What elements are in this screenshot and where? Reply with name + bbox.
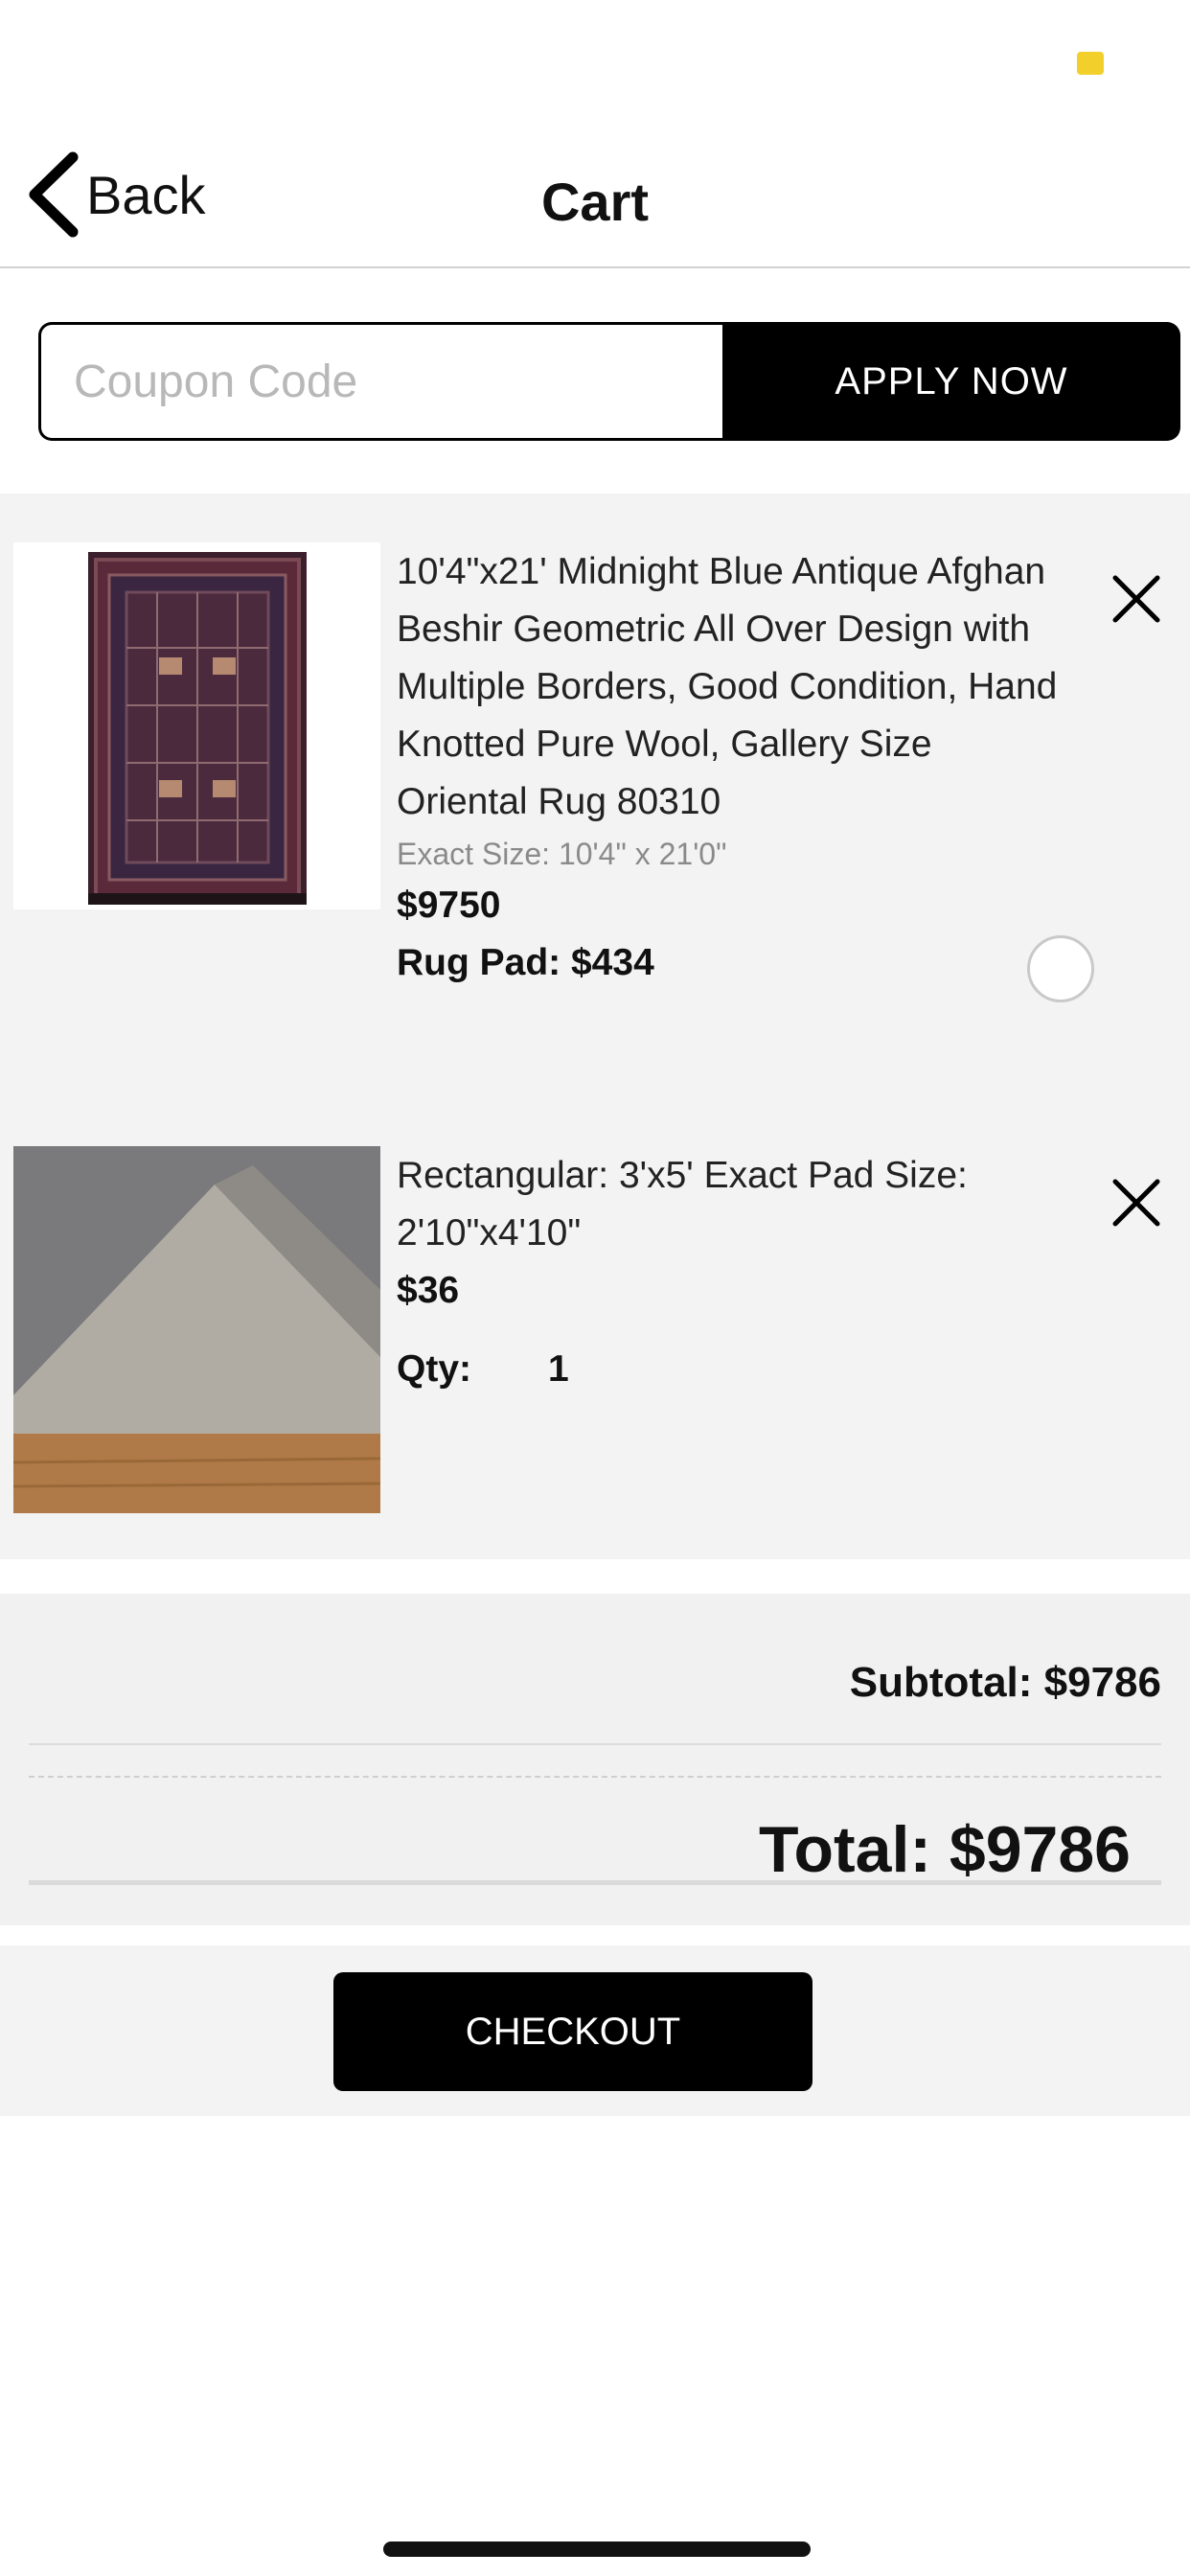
item-name[interactable]: Rectangular: 3'x5' Exact Pad Size: 2'10"… bbox=[397, 1147, 1067, 1262]
item-exact-size: Exact Size: 10'4" x 21'0" bbox=[397, 837, 727, 871]
rug-pad-radio[interactable] bbox=[1027, 935, 1094, 1002]
cart-item: Rectangular: 3'x5' Exact Pad Size: 2'10"… bbox=[0, 1097, 1190, 1519]
close-icon bbox=[1112, 575, 1160, 623]
checkout-button[interactable]: CHECKOUT bbox=[333, 1972, 812, 2091]
quantity-label: Qty: bbox=[397, 1348, 471, 1390]
pad-thumbnail[interactable] bbox=[13, 1146, 380, 1513]
status-indicator bbox=[1077, 52, 1104, 75]
dashed-divider bbox=[29, 1776, 1161, 1778]
subtotal: Subtotal: $9786 bbox=[849, 1659, 1161, 1706]
page-title: Cart bbox=[540, 172, 650, 232]
rug-thumbnail[interactable] bbox=[13, 542, 380, 909]
item-name[interactable]: 10'4"x21' Midnight Blue Antique Afghan B… bbox=[397, 543, 1067, 831]
item-price: $36 bbox=[397, 1270, 460, 1311]
home-indicator bbox=[383, 2542, 811, 2557]
close-icon bbox=[1112, 1179, 1160, 1227]
navigation-bar: Back Cart bbox=[0, 134, 1190, 268]
checkout-section: CHECKOUT bbox=[0, 1945, 1190, 2116]
quantity-value[interactable]: 1 bbox=[548, 1348, 569, 1391]
item-price: $9750 bbox=[397, 885, 501, 926]
cart-item-list: 10'4"x21' Midnight Blue Antique Afghan B… bbox=[0, 494, 1190, 1559]
item-details: Rectangular: 3'x5' Exact Pad Size: 2'10"… bbox=[397, 1147, 1067, 1391]
rug-image bbox=[13, 542, 380, 909]
pad-image bbox=[13, 1146, 380, 1513]
divider bbox=[29, 1743, 1161, 1745]
order-summary: Subtotal: $9786 Total: $9786 bbox=[0, 1594, 1190, 1925]
rug-pad-price: Rug Pad: $434 bbox=[397, 942, 654, 983]
item-details: 10'4"x21' Midnight Blue Antique Afghan B… bbox=[397, 543, 1067, 992]
cart-item: 10'4"x21' Midnight Blue Antique Afghan B… bbox=[0, 494, 1190, 1069]
coupon-code-input[interactable] bbox=[38, 322, 722, 441]
total: Total: $9786 bbox=[758, 1813, 1131, 1886]
quantity-row: Qty: 1 bbox=[397, 1348, 1067, 1391]
remove-item-button[interactable] bbox=[1108, 1174, 1165, 1231]
remove-item-button[interactable] bbox=[1108, 570, 1165, 628]
apply-coupon-button[interactable]: APPLY NOW bbox=[722, 322, 1180, 441]
coupon-form: APPLY NOW bbox=[38, 322, 1180, 441]
divider bbox=[29, 1880, 1161, 1885]
